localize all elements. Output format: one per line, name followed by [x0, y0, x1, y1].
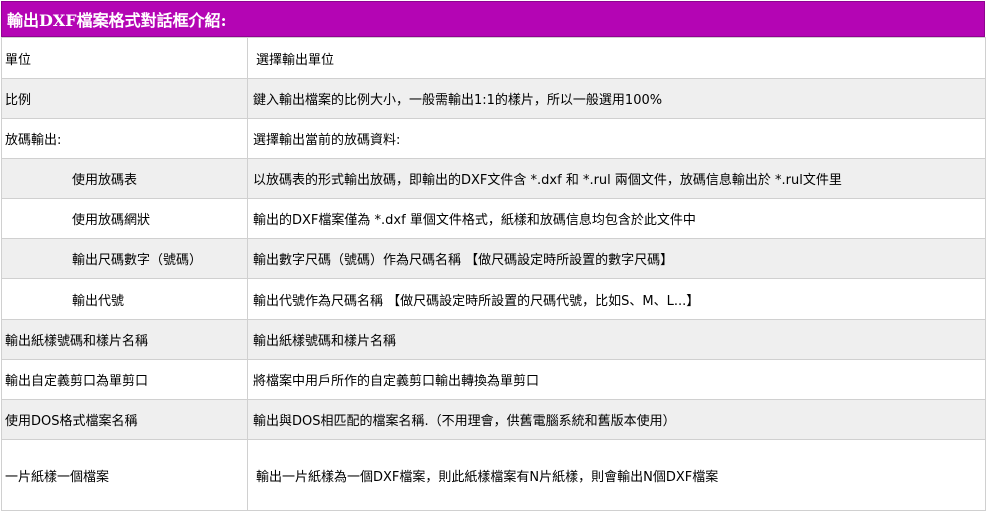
- table-row: 放碼輸出: 選擇輸出當前的放碼資料:: [1, 118, 986, 159]
- option-description: 輸出的DXF檔案僅為 *.dxf 單個文件格式，紙樣和放碼信息均包含於此文件中: [247, 198, 986, 239]
- dxf-options-table-panel: 輸出DXF檔案格式對話框介紹: 單位 選擇輸出單位 比例 鍵入輸出檔案的比例大小，一般…: [1, 1, 986, 511]
- table-row: 輸出紙樣號碼和樣片名稱 輸出紙樣號碼和樣片名稱: [1, 319, 986, 360]
- option-description: 輸出紙樣號碼和樣片名稱: [247, 319, 986, 360]
- option-label: 比例: [1, 78, 248, 119]
- table-row: 一片紙樣一個檔案 輸出一片紙樣為一個DXF檔案，則此紙樣檔案有N片紙樣，則會輸出N…: [1, 439, 986, 511]
- option-label: 使用DOS格式檔案名稱: [1, 399, 248, 440]
- table-row: 使用DOS格式檔案名稱 輸出與DOS相匹配的檔案名稱.（不用理會，供舊電腦系統和舊…: [1, 399, 986, 440]
- option-label: 輸出代號: [1, 278, 248, 320]
- table-row: 單位 選擇輸出單位: [1, 37, 986, 79]
- option-description: 以放碼表的形式輸出放碼，即輸出的DXF文件含 *.dxf 和 *.rul 兩個文…: [247, 158, 986, 199]
- option-label: 輸出尺碼數字（號碼）: [1, 238, 248, 279]
- table-row: 使用放碼表 以放碼表的形式輸出放碼，即輸出的DXF文件含 *.dxf 和 *.ru…: [1, 158, 986, 199]
- table-row: 輸出自定義剪口為單剪口 將檔案中用戶所作的自定義剪口輸出轉換為單剪口: [1, 359, 986, 400]
- option-label: 使用放碼表: [1, 158, 248, 199]
- option-description: 鍵入輸出檔案的比例大小，一般需輸出1:1的樣片，所以一般選用100%: [247, 78, 986, 119]
- options-table: 單位 選擇輸出單位 比例 鍵入輸出檔案的比例大小，一般需輸出1:1的樣片，所以一般選用…: [1, 37, 986, 511]
- option-label: 一片紙樣一個檔案: [1, 439, 248, 511]
- option-description: 將檔案中用戶所作的自定義剪口輸出轉換為單剪口: [247, 359, 986, 400]
- option-description: 輸出數字尺碼（號碼）作為尺碼名稱 【做尺碼設定時所設置的數字尺碼】: [247, 238, 986, 279]
- table-row: 輸出代號 輸出代號作為尺碼名稱 【做尺碼設定時所設置的尺碼代號，比如S、M、L..…: [1, 278, 986, 320]
- option-description: 選擇輸出當前的放碼資料:: [247, 118, 986, 159]
- option-label: 放碼輸出:: [1, 118, 248, 159]
- option-label: 輸出紙樣號碼和樣片名稱: [1, 319, 248, 360]
- option-description: 輸出一片紙樣為一個DXF檔案，則此紙樣檔案有N片紙樣，則會輸出N個DXF檔案: [247, 439, 986, 511]
- table-row: 使用放碼網狀 輸出的DXF檔案僅為 *.dxf 單個文件格式，紙樣和放碼信息均包含…: [1, 198, 986, 239]
- option-description: 選擇輸出單位: [247, 37, 986, 79]
- option-description: 輸出與DOS相匹配的檔案名稱.（不用理會，供舊電腦系統和舊版本使用）: [247, 399, 986, 440]
- page-title: 輸出DXF檔案格式對話框介紹:: [1, 1, 985, 37]
- option-label: 使用放碼網狀: [1, 198, 248, 239]
- option-label: 輸出自定義剪口為單剪口: [1, 359, 248, 400]
- option-description: 輸出代號作為尺碼名稱 【做尺碼設定時所設置的尺碼代號，比如S、M、L...】: [247, 278, 986, 320]
- table-row: 比例 鍵入輸出檔案的比例大小，一般需輸出1:1的樣片，所以一般選用100%: [1, 78, 986, 119]
- table-row: 輸出尺碼數字（號碼） 輸出數字尺碼（號碼）作為尺碼名稱 【做尺碼設定時所設置的數字…: [1, 238, 986, 279]
- option-label: 單位: [1, 37, 248, 79]
